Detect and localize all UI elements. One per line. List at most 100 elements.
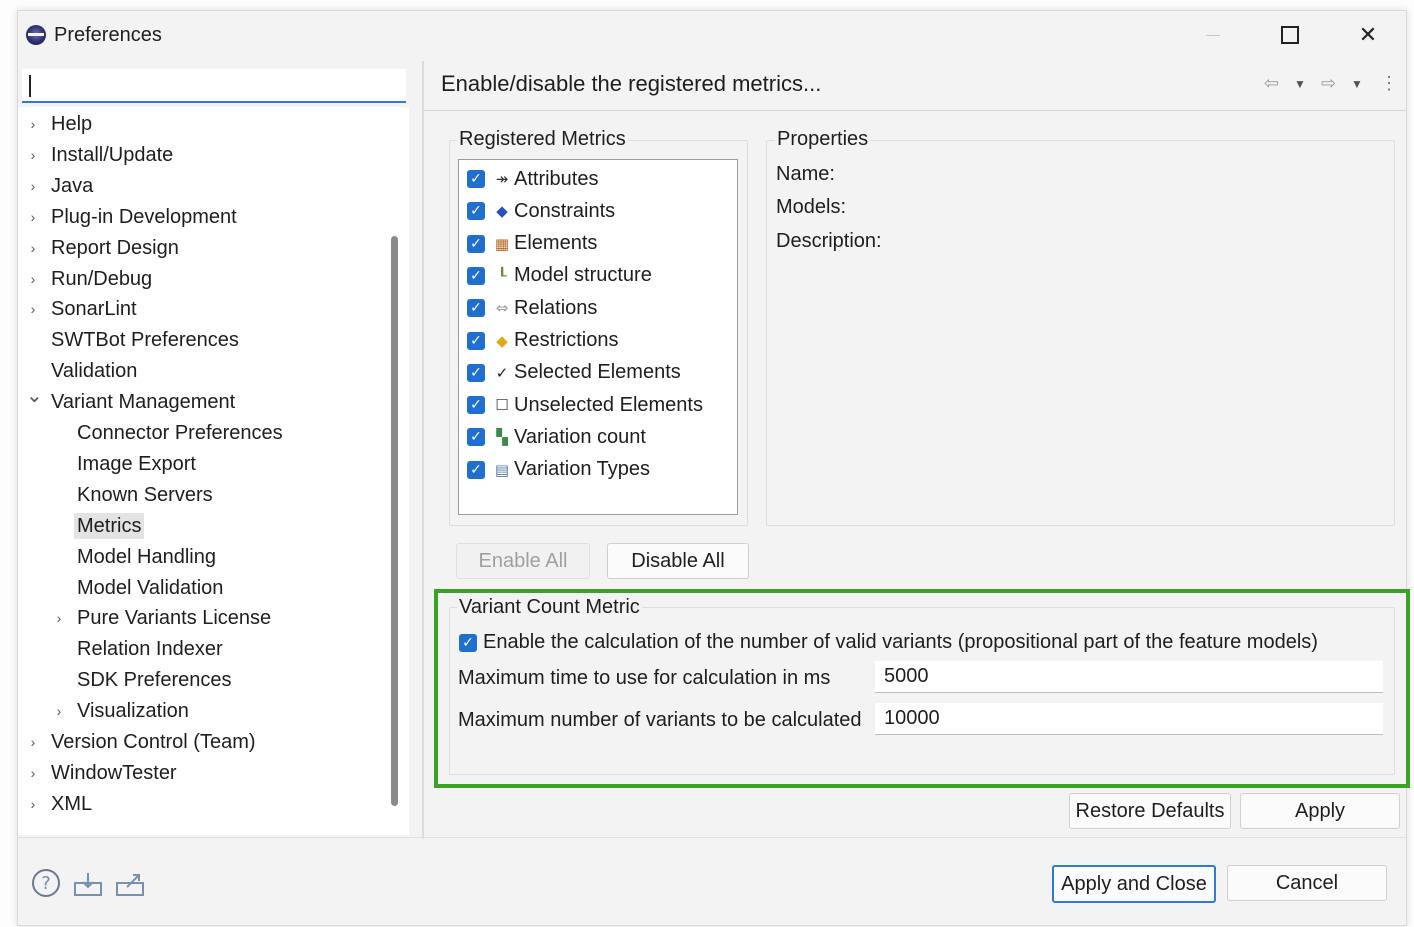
enable-calculation-checkbox[interactable]: ✓ Enable the calculation of the number o…	[459, 631, 1318, 654]
panel-divider[interactable]	[422, 61, 424, 839]
checkbox-checked-icon[interactable]: ✓	[467, 234, 485, 253]
metric-item[interactable]: ✓ ☐ Unselected Elements	[467, 392, 703, 418]
checkbox-checked-icon[interactable]: ✓	[467, 396, 485, 415]
tree-item-label: Help	[51, 113, 93, 135]
checkbox-checked-icon[interactable]: ✓	[467, 266, 485, 285]
chevron-right-icon[interactable]: ›	[26, 791, 40, 817]
chevron-right-icon[interactable]: ›	[26, 729, 40, 755]
elements-icon: ▦	[494, 234, 510, 253]
disable-all-button[interactable]: Disable All	[607, 543, 749, 579]
checkbox-checked-icon[interactable]: ✓	[467, 460, 485, 479]
chevron-right-icon[interactable]: ›	[26, 204, 40, 230]
window-title: Preferences	[54, 24, 162, 46]
metric-item-label: Attributes	[514, 167, 599, 190]
restrictions-icon: ◆	[496, 331, 508, 350]
checkbox-checked-icon[interactable]: ✓	[467, 170, 485, 188]
metric-item[interactable]: ✓ ↠ Attributes	[467, 166, 598, 192]
tree-item-label: Run/Debug	[51, 267, 153, 290]
attributes-icon: ↠	[495, 170, 509, 188]
restore-defaults-button[interactable]: Restore Defaults	[1069, 793, 1231, 829]
apply-and-close-button[interactable]: Apply and Close	[1052, 865, 1216, 903]
metric-item[interactable]: ✓ ◆ Restrictions	[467, 328, 618, 354]
chevron-right-icon[interactable]: ›	[26, 111, 40, 137]
view-menu-icon[interactable]: ⋮	[1380, 73, 1398, 94]
variant-count-label: Variant Count Metric	[457, 596, 642, 619]
chevron-right-icon[interactable]: ›	[26, 296, 40, 322]
filter-input[interactable]	[22, 69, 406, 103]
tree-item-label: Variant Management	[51, 391, 236, 414]
models-label: Models:	[776, 196, 847, 218]
preferences-tree: › Help › Install/Update › Java › Plug-in Develo…	[18, 107, 409, 835]
forward-menu-icon[interactable]: ▼	[1351, 77, 1363, 91]
checkbox-checked-icon[interactable]: ✓	[467, 428, 485, 447]
tree-item-label: Plug-in Development	[51, 205, 237, 228]
back-menu-icon[interactable]: ▼	[1294, 77, 1306, 91]
cancel-button[interactable]: Cancel	[1227, 865, 1387, 901]
variation-types-icon: ▤	[494, 460, 510, 479]
chevron-down-icon[interactable]: ⌄	[26, 383, 43, 409]
tree-item-label: Connector Preferences	[77, 422, 283, 444]
tree-item-label: SWTBot Preferences	[51, 329, 239, 352]
tree-scrollbar[interactable]	[391, 236, 398, 806]
max-time-input[interactable]: 5000	[875, 661, 1383, 693]
help-icon[interactable]: ?	[32, 869, 60, 897]
variation-count-icon: ▚	[496, 428, 508, 447]
preferences-window: Preferences ✕ › Help › Install/Update › Java ›…	[17, 10, 1410, 926]
tree-item-label: Relation Indexer	[77, 638, 223, 661]
description-label: Description:	[776, 230, 882, 252]
chevron-right-icon[interactable]: ›	[26, 173, 40, 199]
checkbox-checked-icon[interactable]: ✓	[467, 363, 485, 382]
metric-item[interactable]: ✓ ▦ Elements	[467, 231, 597, 257]
tree-item-label: Model Handling	[77, 545, 216, 568]
tree-item-label: Java	[51, 174, 94, 197]
chevron-right-icon[interactable]: ›	[52, 698, 66, 724]
model-structure-icon: ┖	[497, 266, 507, 285]
close-icon: ✕	[1358, 22, 1378, 47]
minimize-button[interactable]	[1193, 19, 1233, 51]
checkbox-checked-icon[interactable]: ✓	[467, 202, 485, 221]
max-variants-label: Maximum number of variants to be calcula…	[458, 709, 862, 731]
back-icon[interactable]: ⇦	[1264, 73, 1279, 94]
maximize-icon	[1281, 26, 1299, 44]
checkbox-checked-icon[interactable]: ✓	[467, 331, 485, 350]
enable-all-button[interactable]: Enable All	[456, 543, 590, 579]
title-bar: Preferences ✕	[18, 11, 1406, 57]
import-icon[interactable]	[73, 871, 103, 903]
maximize-button[interactable]	[1270, 19, 1310, 51]
chevron-right-icon[interactable]: ›	[26, 235, 40, 261]
tree-item-label: SDK Preferences	[77, 669, 232, 692]
metric-item[interactable]: ✓ ✓ Selected Elements	[467, 360, 681, 386]
close-button[interactable]: ✕	[1348, 19, 1388, 51]
export-icon[interactable]	[115, 871, 145, 903]
tree-item-label: Version Control (Team)	[51, 731, 256, 753]
metric-item-label: Selected Elements	[514, 361, 681, 384]
tree-item-label: Validation	[51, 360, 138, 383]
metric-item-label: Variation Types	[514, 458, 651, 481]
chevron-right-icon[interactable]: ›	[26, 760, 40, 786]
metric-item[interactable]: ✓ ◆ Constraints	[467, 198, 615, 224]
empty-box-icon: ☐	[495, 396, 509, 415]
name-label: Name:	[776, 163, 835, 185]
tree-item-label: XML	[51, 792, 93, 815]
chevron-right-icon[interactable]: ›	[26, 266, 40, 292]
metric-item[interactable]: ✓ ▤ Variation Types	[467, 457, 650, 483]
metric-item-label: Variation count	[514, 425, 646, 448]
text-cursor	[29, 75, 31, 97]
metric-item[interactable]: ✓ ┖ Model structure	[467, 263, 652, 289]
metric-item[interactable]: ✓ ⇔ Relations	[467, 295, 597, 321]
metric-item[interactable]: ✓ ▚ Variation count	[467, 424, 646, 450]
chevron-right-icon[interactable]: ›	[26, 142, 40, 168]
page-title: Enable/disable the registered metrics...	[441, 71, 822, 96]
forward-icon[interactable]: ⇨	[1321, 73, 1336, 94]
apply-button[interactable]: Apply	[1240, 793, 1400, 829]
max-variants-input[interactable]: 10000	[875, 703, 1383, 735]
tree-item-label: Model Validation	[77, 576, 224, 599]
header-separator	[424, 110, 1406, 111]
properties-group	[766, 140, 1395, 526]
minimize-icon	[1206, 34, 1220, 36]
tree-item-label: Known Servers	[77, 483, 213, 506]
checkbox-checked-icon[interactable]: ✓	[467, 299, 485, 318]
tree-item-label: Image Export	[77, 452, 196, 475]
eclipse-icon	[26, 25, 46, 45]
chevron-right-icon[interactable]: ›	[52, 605, 66, 631]
